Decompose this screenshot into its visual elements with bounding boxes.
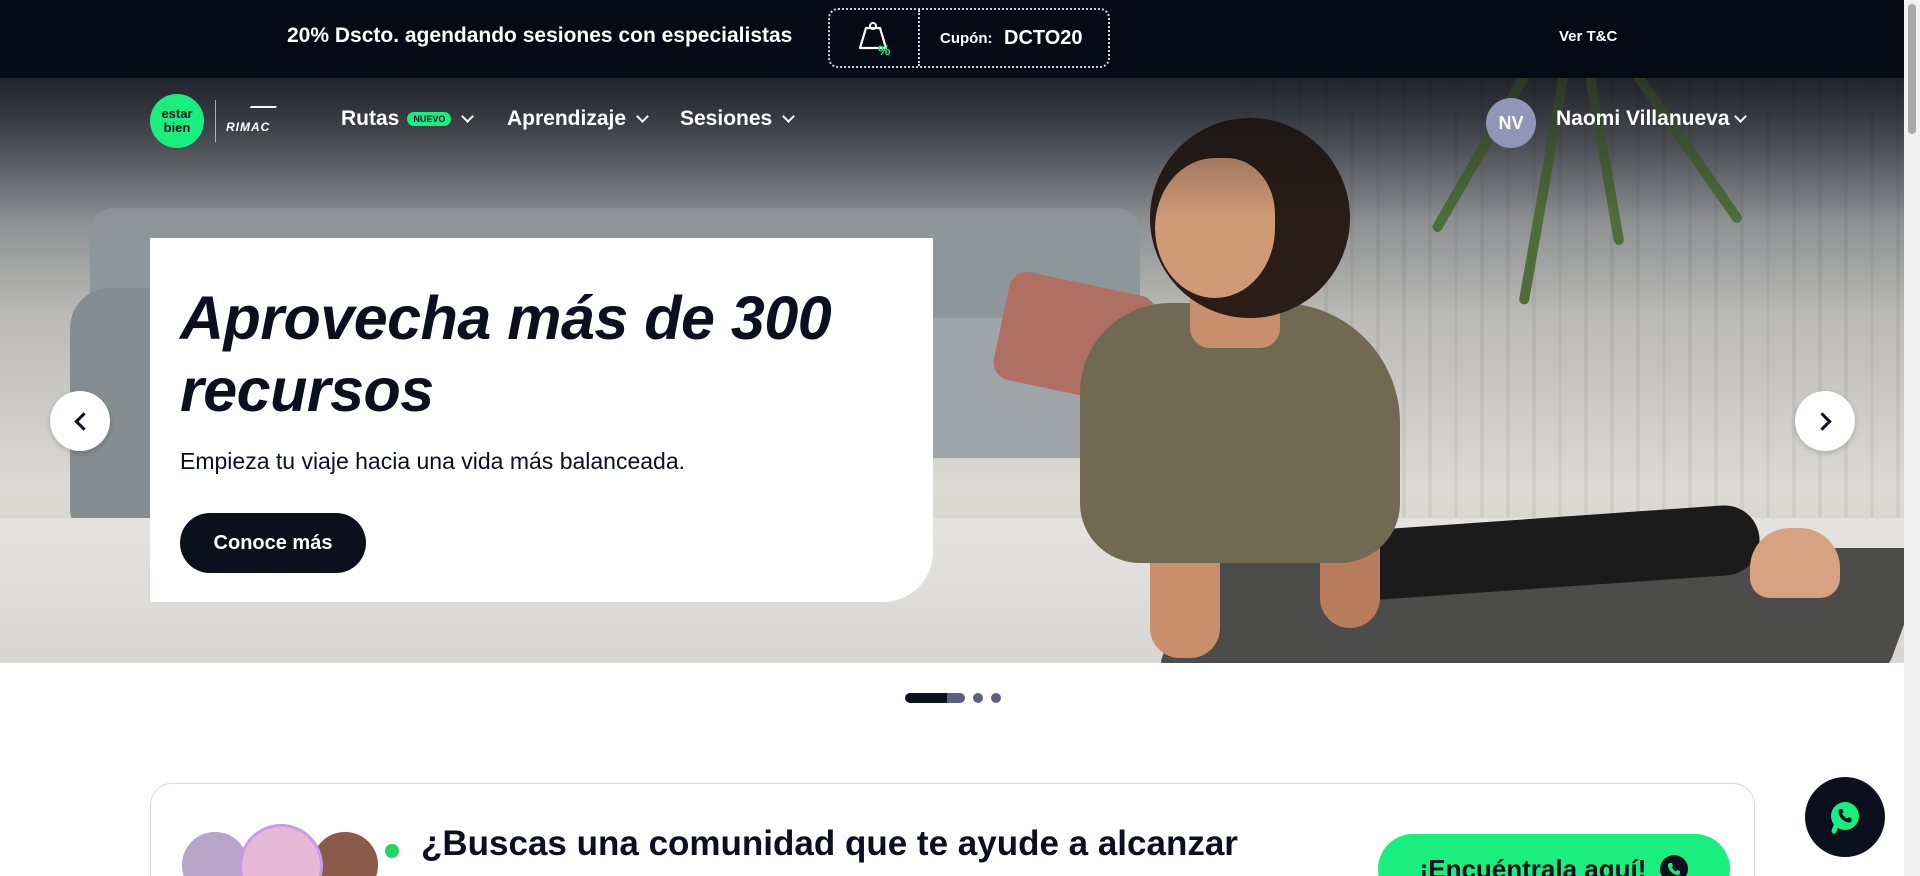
whatsapp-badge-icon [383, 842, 401, 860]
carousel-prev-button[interactable] [50, 391, 110, 451]
user-menu[interactable]: Naomi Villanueva [1556, 107, 1747, 131]
whatsapp-icon [1831, 802, 1859, 834]
whatsapp-chat-button[interactable] [1805, 777, 1885, 857]
chevron-down-icon [636, 109, 649, 123]
nav-item-aprendizaje[interactable]: Aprendizaje [507, 107, 649, 131]
rimac-mark-icon [245, 106, 277, 116]
hero-subtitle: Empieza tu viaje hacia una vida más bala… [180, 448, 686, 474]
chevron-down-icon [782, 109, 796, 123]
nav-item-sesiones[interactable]: Sesiones [680, 107, 796, 131]
promo-text: 20% Dscto. agendando sesiones con especi… [287, 24, 793, 47]
coupon-code[interactable]: DCTO20 [1004, 27, 1083, 50]
discount-tag-icon: % [830, 10, 920, 66]
logo-divider [215, 100, 216, 142]
carousel-pagination [905, 693, 1001, 703]
scrollbar-thumb[interactable] [1908, 4, 1916, 134]
community-title: ¿Buscas una comunidad que te ayude a alc… [421, 824, 1238, 863]
community-join-button[interactable]: ¡Encuéntrala aquí! [1378, 834, 1730, 876]
carousel-next-button[interactable] [1795, 391, 1855, 451]
phone-icon [1660, 855, 1689, 876]
chevron-down-icon [461, 109, 475, 123]
rimac-logo: RIMAC [226, 120, 271, 134]
hero-card: Aprovecha más de 300 recursos Empieza tu… [150, 238, 933, 602]
pagination-dot-1[interactable] [905, 693, 965, 703]
main-nav: estar bien RIMAC Rutas NUEVO Aprendizaje… [0, 78, 1904, 160]
pagination-dot-2[interactable] [973, 693, 983, 703]
svg-text:%: % [878, 42, 891, 58]
nav-item-rutas[interactable]: Rutas NUEVO [341, 107, 475, 131]
chevron-left-icon [73, 411, 93, 431]
user-name: Naomi Villanueva [1556, 107, 1730, 130]
hero-title: Aprovecha más de 300 recursos [180, 284, 832, 424]
new-badge: NUEVO [407, 112, 452, 126]
page-scrollbar[interactable] [1904, 0, 1920, 876]
coupon-box: % Cupón: DCTO20 [828, 8, 1110, 68]
coupon-label: Cupón: [940, 30, 993, 47]
chevron-right-icon [1812, 411, 1832, 431]
estar-bien-logo[interactable]: estar bien [150, 94, 204, 148]
community-banner: ¿Buscas una comunidad que te ayude a alc… [150, 783, 1755, 876]
conoce-mas-button[interactable]: Conoce más [180, 513, 366, 573]
avatar[interactable]: NV [1486, 98, 1536, 148]
pagination-dot-3[interactable] [991, 693, 1001, 703]
terms-link[interactable]: Ver T&C [1559, 28, 1617, 45]
promo-bar: 20% Dscto. agendando sesiones con especi… [0, 0, 1904, 78]
chevron-down-icon [1733, 109, 1747, 123]
community-avatar-2 [239, 824, 323, 876]
